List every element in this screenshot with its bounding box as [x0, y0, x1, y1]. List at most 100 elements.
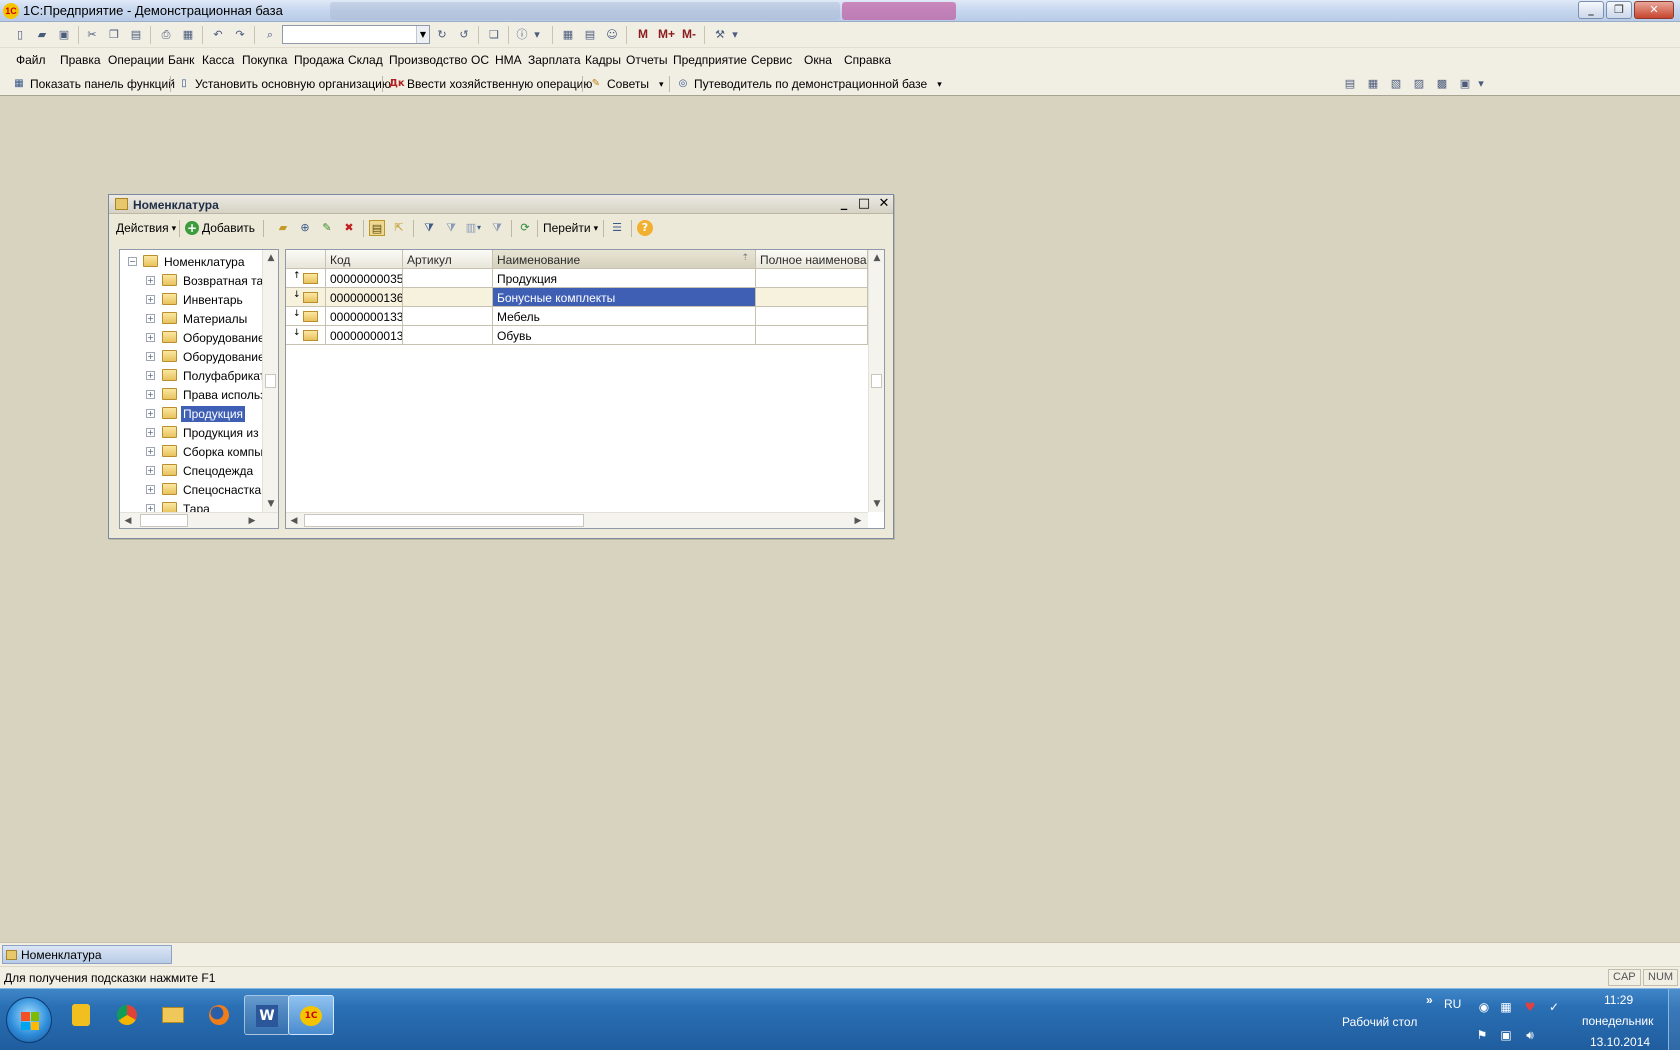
memory-mplus-button[interactable]: M+	[658, 27, 675, 41]
scroll-down-arrow[interactable]: ▼	[263, 496, 278, 512]
close-button[interactable]: ✕	[1634, 1, 1674, 19]
list-settings-icon[interactable]: ☰	[609, 220, 625, 236]
toolbar-overflow-icon[interactable]: »	[1426, 993, 1433, 1007]
filter-by-value-icon[interactable]: ⧩	[443, 220, 459, 236]
find-prev-icon[interactable]: ↺	[456, 27, 472, 43]
expand-icon[interactable]: +	[146, 295, 155, 304]
tree-item[interactable]: + Спецодежда	[120, 461, 263, 480]
tree-vertical-scrollbar[interactable]: ▲ ▼	[262, 250, 278, 512]
guide-dropdown-icon[interactable]: ▾	[937, 79, 942, 90]
users-icon[interactable]: ☺	[604, 27, 620, 43]
taskbar-app-icon-1[interactable]	[58, 995, 104, 1035]
panel-layout-icon-3[interactable]: ▧	[1388, 76, 1404, 92]
menu-windows[interactable]: Окна	[804, 53, 832, 67]
menu-payroll[interactable]: Зарплата	[528, 53, 581, 67]
tree-item[interactable]: + Инвентарь	[120, 290, 263, 309]
tree-item[interactable]: + Полуфабрикаты	[120, 366, 274, 385]
taskbar-firefox[interactable]	[196, 995, 242, 1035]
menu-hr[interactable]: Кадры	[585, 53, 621, 67]
collapse-icon[interactable]: −	[128, 257, 137, 266]
goto-menu-button[interactable]: Перейти ▾	[543, 220, 598, 236]
scroll-up-arrow[interactable]: ▲	[869, 250, 884, 266]
clock-day[interactable]: понедельник	[1582, 1014, 1653, 1028]
desktop-toolbar-label[interactable]: Рабочий стол	[1342, 1015, 1417, 1029]
taskbar-word[interactable]: W	[244, 995, 290, 1035]
scroll-thumb[interactable]	[265, 374, 276, 388]
undo-icon[interactable]: ↶	[210, 27, 226, 43]
menu-bank[interactable]: Банк	[168, 53, 194, 67]
language-indicator[interactable]: RU	[1444, 997, 1461, 1011]
action-center-flag-icon[interactable]: ⚑	[1474, 1027, 1490, 1043]
expand-icon[interactable]: +	[146, 466, 155, 475]
menu-file[interactable]: Файл	[16, 53, 46, 67]
expand-icon[interactable]: +	[146, 352, 155, 361]
restore-button[interactable]: ❐	[1606, 1, 1632, 19]
window-tab-nomenclature[interactable]: Номенклатура	[2, 945, 172, 964]
grid-horizontal-scrollbar[interactable]: ◀ ▶	[286, 512, 868, 528]
app-icon[interactable]: 1С	[3, 3, 19, 19]
tree-horizontal-scrollbar[interactable]: ◀ ▶	[120, 512, 278, 528]
set-main-organization-button[interactable]: ▯ Установить основную организацию	[177, 76, 391, 92]
expand-icon[interactable]: +	[146, 314, 155, 323]
tree-item[interactable]: + Сборка компью	[120, 442, 269, 461]
menu-operations[interactable]: Операции	[108, 53, 164, 67]
scroll-thumb[interactable]	[304, 514, 584, 527]
groups-tree[interactable]: − Номенклатура + Возвратная тара + Инвентар…	[119, 249, 279, 529]
edit-icon[interactable]: ✎	[319, 220, 335, 236]
menu-sales[interactable]: Продажа	[294, 53, 344, 67]
windows-icon[interactable]: ❏	[486, 27, 502, 43]
find-next-icon[interactable]: ↻	[434, 27, 450, 43]
column-header-icons[interactable]	[286, 250, 326, 269]
tools-dropdown-icon[interactable]: ▾	[730, 27, 740, 43]
scroll-right-arrow[interactable]: ▶	[244, 513, 260, 528]
save-icon[interactable]: ▣	[56, 27, 72, 43]
chrome-tray-icon[interactable]: ◉	[1476, 999, 1492, 1015]
panel-layout-icon-5[interactable]: ▩	[1434, 76, 1450, 92]
tree-item[interactable]: + Оборудование (	[120, 328, 272, 347]
filter-icon[interactable]: ⧩	[421, 220, 437, 236]
expand-icon[interactable]: +	[146, 333, 155, 342]
tips-button[interactable]: ✎ Советы ▾	[589, 76, 664, 92]
calculator-icon[interactable]: ▦	[560, 27, 576, 43]
tree-item[interactable]: + Материалы	[120, 309, 263, 328]
menu-cash[interactable]: Касса	[202, 53, 234, 67]
network-app-tray-icon[interactable]: ▦	[1498, 999, 1514, 1015]
hierarchy-icon[interactable]: ▤	[369, 220, 385, 236]
open-folder-icon[interactable]: ▰	[34, 27, 50, 43]
table-row[interactable]: ↑ 00000000035 Продукция	[286, 269, 868, 288]
clear-filter-icon[interactable]: ⧩	[489, 220, 505, 236]
scroll-down-arrow[interactable]: ▼	[869, 496, 884, 512]
panel-layout-icon-2[interactable]: ▦	[1365, 76, 1381, 92]
enter-business-operation-button[interactable]: Дк Ввести хозяйственную операцию	[389, 76, 592, 92]
taskbar-1c[interactable]: 1С	[288, 995, 334, 1035]
menu-intangible-assets[interactable]: НМА	[495, 53, 522, 67]
scroll-up-arrow[interactable]: ▲	[263, 250, 278, 266]
memory-m-button[interactable]: M	[638, 27, 648, 41]
tree-item[interactable]: + Оборудование к	[120, 347, 273, 366]
tree-item[interactable]: + Продукция из м	[120, 423, 270, 442]
start-button[interactable]	[6, 997, 52, 1043]
tree-item[interactable]: + Права использо	[120, 385, 272, 404]
add-button[interactable]: + Добавить	[185, 220, 255, 236]
memory-mminus-button[interactable]: M-	[682, 27, 696, 41]
actions-menu-button[interactable]: Действия ▾	[116, 220, 176, 236]
expand-icon[interactable]: +	[146, 447, 155, 456]
menu-warehouse[interactable]: Склад	[348, 53, 383, 67]
taskbar-explorer[interactable]	[150, 995, 196, 1035]
scroll-thumb[interactable]	[140, 514, 188, 527]
menu-reports[interactable]: Отчеты	[626, 53, 667, 67]
delete-icon[interactable]: ✖	[341, 220, 357, 236]
copy-icon[interactable]: ❐	[106, 27, 122, 43]
menu-edit[interactable]: Правка	[60, 53, 101, 67]
show-desktop-button[interactable]	[1668, 989, 1680, 1050]
network-tray-icon[interactable]: ▣	[1498, 1027, 1514, 1043]
panel-layout-dropdown-icon[interactable]: ▾	[1476, 76, 1486, 92]
scroll-left-arrow[interactable]: ◀	[120, 513, 136, 528]
print-icon[interactable]: ⎙	[158, 27, 174, 43]
print-preview-icon[interactable]: ▦	[180, 27, 196, 43]
scroll-thumb[interactable]	[871, 374, 882, 388]
doc-maximize-button[interactable]: □	[856, 196, 872, 212]
info-icon[interactable]: ⓘ	[514, 27, 530, 43]
move-to-group-icon[interactable]: ⇱	[391, 220, 407, 236]
doc-minimize-button[interactable]: _	[836, 196, 852, 212]
